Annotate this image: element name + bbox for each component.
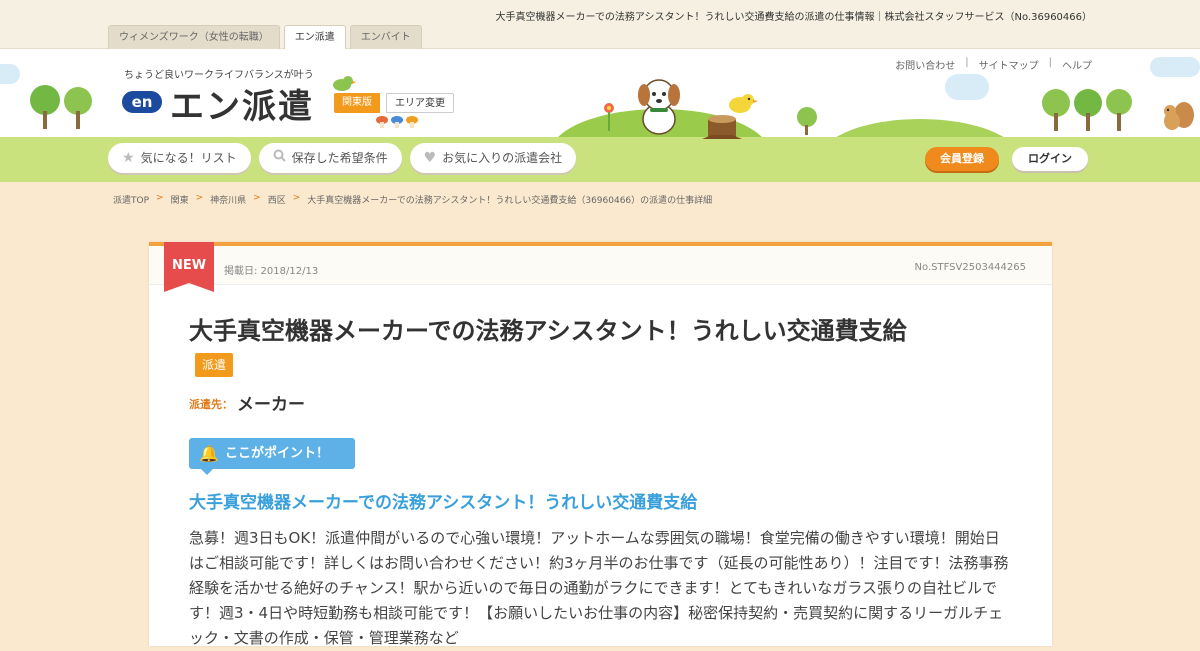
site-tabs: ウィメンズワーク（女性の転職） エン派遣 エンバイト — [108, 25, 422, 50]
region-badge: 関東版 — [334, 93, 380, 113]
flower-illustration — [604, 103, 614, 131]
util-separator: | — [1048, 57, 1052, 68]
tab-womens-work[interactable]: ウィメンズワーク（女性の転職） — [108, 25, 280, 49]
star-icon: ★ — [122, 150, 135, 166]
stump-illustration — [702, 115, 742, 139]
register-button[interactable]: 会員登録 — [925, 147, 999, 171]
utility-links: お問い合わせ | サイトマップ | ヘルプ — [895, 57, 1092, 72]
contact-link[interactable]: お問い合わせ — [895, 57, 955, 72]
breadcrumb-item[interactable]: 神奈川県 — [210, 193, 246, 206]
heart-icon: ♥ — [423, 150, 437, 166]
breadcrumb-current: 大手真空機器メーカーでの法務アシスタント！うれしい交通費支給（36960466）… — [307, 196, 713, 206]
search-icon — [273, 143, 286, 173]
nav-label: 気になる！リスト — [140, 151, 237, 165]
breadcrumb-separator: > — [253, 193, 261, 203]
point-badge: 🔔 ここがポイント！ — [189, 438, 355, 475]
nav-label: お気に入りの派遣会社 — [442, 151, 563, 165]
employment-type-badge: 派遣 — [195, 353, 234, 377]
help-link[interactable]: ヘルプ — [1062, 57, 1092, 72]
util-separator: | — [965, 57, 969, 68]
tree-decoration — [64, 87, 92, 129]
area-change-button[interactable]: エリア変更 — [386, 93, 454, 113]
saved-conditions-button[interactable]: 保存した希望条件 — [258, 143, 402, 173]
breadcrumb-item[interactable]: 西区 — [268, 193, 286, 206]
cloud-decoration — [945, 74, 989, 100]
job-title: 大手真空機器メーカーでの法務アシスタント！うれしい交通費支給 — [189, 317, 907, 345]
en-logo-icon[interactable]: en — [122, 91, 162, 113]
main-nav: ★ 気になる！リスト 保存した希望条件 ♥ お気に入りの派遣会社 — [108, 143, 577, 173]
breadcrumb: 派遣TOP > 関東 > 神奈川県 > 西区 > 大手真空機器メーカーでの法務ア… — [113, 193, 712, 206]
top-bar: 大手真空機器メーカーでの法務アシスタント！うれしい交通費支給の派遣の仕事情報｜株… — [0, 0, 1200, 50]
point-title: 大手真空機器メーカーでの法務アシスタント！うれしい交通費支給 — [189, 493, 698, 513]
breadcrumb-item[interactable]: 関東 — [171, 193, 189, 206]
sitemap-link[interactable]: サイトマップ — [979, 57, 1039, 72]
favorite-agencies-button[interactable]: ♥ お気に入りの派遣会社 — [409, 143, 577, 173]
squirrel-illustration — [1164, 102, 1194, 130]
dog-illustration — [638, 79, 680, 135]
cloud-decoration — [0, 64, 20, 84]
job-number: No.STFSV2503444265 — [914, 262, 1026, 273]
tree-decoration — [1106, 89, 1132, 131]
job-description: 急募！週3日もOK！派遣仲間がいるので心強い環境！アットホームな雰囲気の職場！食… — [189, 529, 1009, 647]
dispatch-value: メーカー — [237, 395, 305, 415]
mushroom-illustration — [376, 116, 418, 128]
favorites-list-button[interactable]: ★ 気になる！リスト — [108, 143, 251, 173]
tab-en-haken[interactable]: エン派遣 — [283, 25, 346, 50]
dispatch-label: 派遣先： — [189, 398, 233, 411]
bird-illustration — [729, 94, 758, 113]
job-detail-card: 掲載日: 2018/12/13 No.STFSV2503444265 NEW 大… — [149, 242, 1052, 647]
tab-en-baito[interactable]: エンバイト — [349, 25, 422, 49]
breadcrumb-separator: > — [195, 193, 204, 203]
point-label: ここがポイント！ — [225, 446, 330, 461]
tree-decoration — [1042, 89, 1070, 131]
breadcrumb-item[interactable]: 派遣TOP — [113, 193, 149, 206]
site-logo[interactable]: エン派遣 — [170, 79, 314, 128]
tree-decoration — [797, 107, 817, 135]
breadcrumb-separator: > — [292, 193, 301, 203]
cloud-decoration — [1150, 57, 1200, 77]
small-bird-illustration — [333, 76, 356, 91]
bell-icon: 🔔 — [199, 444, 219, 463]
tree-decoration — [1074, 89, 1102, 131]
login-button[interactable]: ログイン — [1012, 147, 1088, 171]
nav-label: 保存した希望条件 — [291, 151, 388, 165]
post-date: 掲載日: 2018/12/13 — [224, 266, 319, 277]
tree-decoration — [30, 85, 60, 129]
job-card-header: 掲載日: 2018/12/13 No.STFSV2503444265 — [149, 246, 1052, 285]
window-title: 大手真空機器メーカーでの法務アシスタント！うれしい交通費支給の派遣の仕事情報｜株… — [495, 12, 1093, 23]
breadcrumb-separator: > — [156, 193, 164, 203]
